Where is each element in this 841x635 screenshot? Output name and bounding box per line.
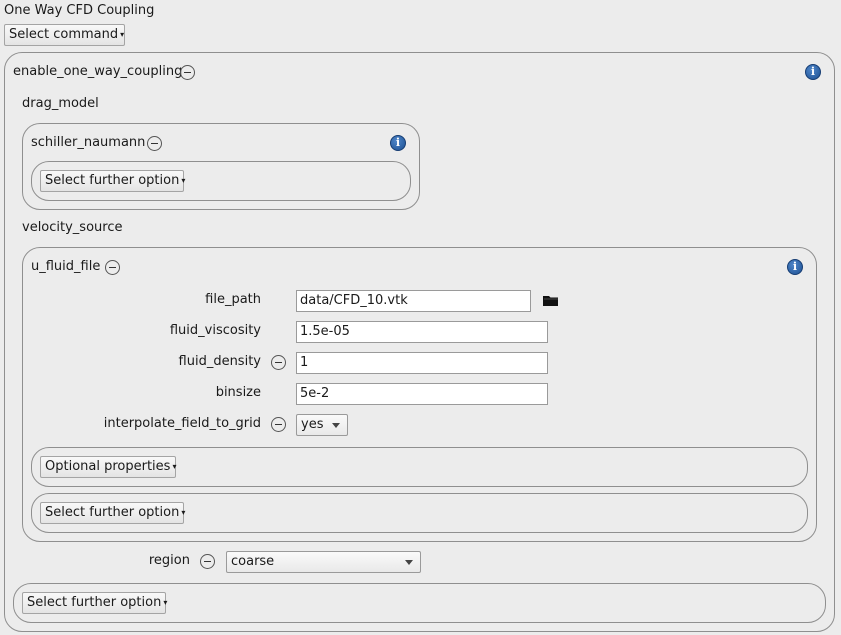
remove-schiller-naumann-icon[interactable] (147, 136, 162, 151)
info-icon[interactable]: i (805, 64, 821, 80)
region-select[interactable]: coarse (226, 551, 421, 573)
remove-u-fluid-file-icon[interactable] (105, 260, 120, 275)
remove-fluid-density-icon[interactable] (271, 355, 286, 370)
fluid-density-label: fluid_density (178, 354, 261, 369)
schiller-further-option-label: Select further option (45, 173, 180, 188)
u-fluid-select-further-option-button[interactable]: Select further option ▾ (40, 502, 186, 524)
enable-select-further-option-button[interactable]: Select further option ▾ (22, 592, 168, 614)
select-command-button[interactable]: Select command ▾ (4, 24, 125, 46)
file-path-label: file_path (205, 292, 261, 307)
interpolate-field-to-grid-label: interpolate_field_to_grid (103, 416, 261, 431)
interpolate-field-to-grid-value: yes (301, 417, 324, 432)
chevron-down-icon: ▾ (181, 508, 186, 517)
chevron-down-icon: ▾ (163, 598, 168, 607)
remove-region-icon[interactable] (200, 554, 215, 569)
schiller-select-further-option-button[interactable]: Select further option ▾ (40, 170, 186, 192)
fluid-density-field[interactable]: 1 (296, 352, 548, 374)
enable-one-way-coupling-title: enable_one_way_coupling (13, 64, 183, 79)
fluid-viscosity-field[interactable]: 1.5e-05 (296, 321, 548, 343)
interpolate-field-to-grid-select[interactable]: yes (296, 414, 348, 436)
info-icon[interactable]: i (787, 259, 803, 275)
u-fluid-file-title: u_fluid_file (31, 259, 101, 274)
chevron-down-icon: ▾ (120, 30, 125, 39)
region-label: region (148, 553, 190, 568)
chevron-down-icon: ▾ (181, 176, 186, 185)
chevron-down-icon (332, 423, 340, 428)
remove-interpolate-field-to-grid-icon[interactable] (271, 417, 286, 432)
remove-enable-one-way-coupling-icon[interactable] (180, 65, 195, 80)
enable-further-option-label: Select further option (27, 595, 162, 610)
velocity-source-label: velocity_source (22, 220, 123, 235)
optional-properties-label: Optional properties (45, 459, 171, 474)
schiller-naumann-title: schiller_naumann (31, 135, 146, 150)
window-title: One Way CFD Coupling (4, 3, 155, 18)
u-fluid-further-option-label: Select further option (45, 505, 180, 520)
select-command-label: Select command (9, 27, 119, 42)
fluid-viscosity-label: fluid_viscosity (169, 323, 261, 338)
region-value: coarse (231, 554, 275, 569)
chevron-down-icon: ▾ (172, 462, 177, 471)
folder-icon[interactable] (543, 295, 559, 307)
binsize-field[interactable]: 5e-2 (296, 383, 548, 405)
chevron-down-icon (405, 560, 413, 565)
info-icon[interactable]: i (390, 135, 406, 151)
binsize-label: binsize (215, 385, 261, 400)
drag-model-label: drag_model (22, 96, 99, 111)
optional-properties-button[interactable]: Optional properties ▾ (40, 456, 176, 478)
file-path-field[interactable]: data/CFD_10.vtk (296, 290, 531, 312)
